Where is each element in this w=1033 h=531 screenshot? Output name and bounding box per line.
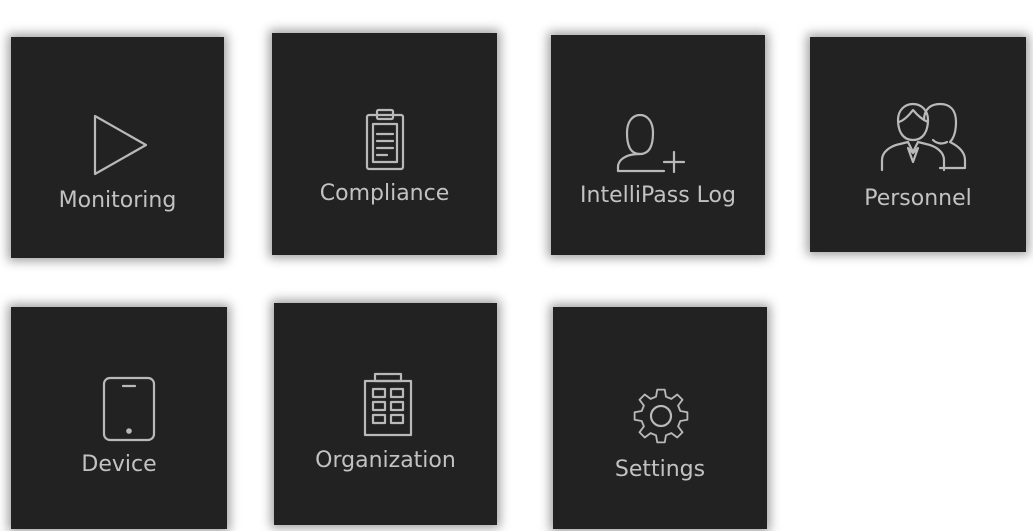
clipboard-icon (365, 108, 405, 171)
tile-personnel[interactable]: Personnel (810, 37, 1026, 252)
tile-intellipass-log[interactable]: IntelliPass Log (551, 35, 765, 255)
people-icon (880, 102, 967, 172)
tablet-icon (102, 376, 156, 442)
tile-label-personnel: Personnel (864, 186, 972, 211)
tile-label-organization: Organization (315, 448, 456, 473)
tile-monitoring[interactable]: Monitoring (11, 37, 224, 258)
tile-device[interactable]: Device (11, 307, 227, 529)
gear-icon (633, 388, 689, 444)
play-icon (93, 114, 148, 176)
add-user-icon (616, 113, 686, 173)
building-icon (363, 372, 413, 437)
tile-label-intellipass-log: IntelliPass Log (580, 183, 736, 208)
tile-settings[interactable]: Settings (553, 307, 767, 529)
tile-label-compliance: Compliance (319, 181, 450, 206)
tile-label-device: Device (81, 452, 157, 477)
tile-label-settings: Settings (614, 457, 706, 482)
tile-compliance[interactable]: Compliance (272, 33, 497, 255)
tile-label-monitoring: Monitoring (58, 188, 177, 213)
tile-organization[interactable]: Organization (274, 303, 497, 525)
